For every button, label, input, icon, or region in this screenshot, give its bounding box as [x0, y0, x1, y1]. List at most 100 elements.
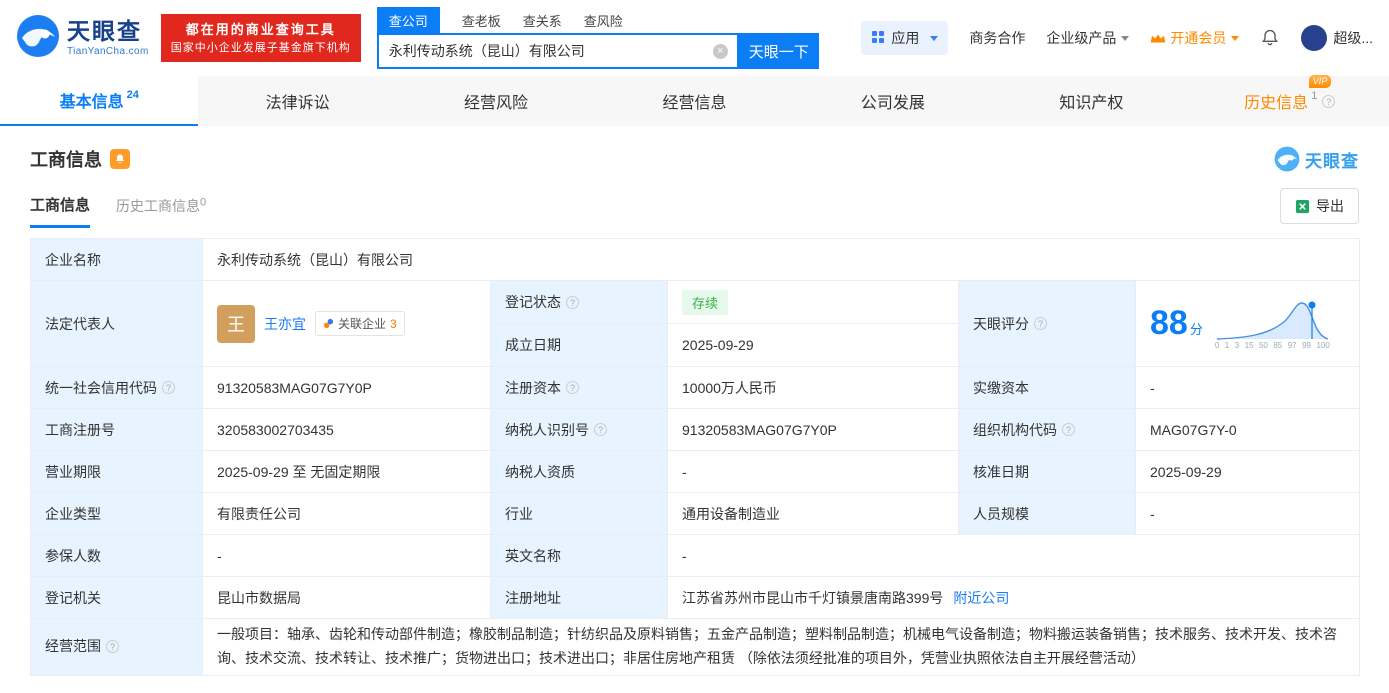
header-nav: 应用 商务合作 企业级产品 开通会员 超级... [861, 21, 1373, 55]
nav-enterprise-products[interactable]: 企业级产品 [1046, 28, 1130, 48]
main-content: 工商信息 天眼查 工商信息 历史工商信息0 导出 企业名称 永利传动系统（昆山）… [0, 146, 1389, 676]
help-icon[interactable]: ? [1322, 94, 1336, 108]
subscribe-bell-icon[interactable] [110, 149, 130, 169]
field-value-founded: 2025-09-29 [667, 323, 959, 367]
page: 天眼查 TianYanCha.com 都在用的商业查询工具 国家中小企业发展子基… [0, 0, 1389, 693]
related-icon [323, 318, 334, 329]
help-icon[interactable]: ? [1034, 317, 1047, 330]
tab-label: 历史信息 [1244, 95, 1309, 112]
search-tab-risk[interactable]: 查风险 [584, 11, 623, 30]
field-value-taxpayer-quality: - [667, 450, 959, 493]
search-tab-boss[interactable]: 查老板 [462, 11, 501, 30]
help-icon[interactable]: ? [594, 423, 607, 436]
nav-business-cooperation[interactable]: 商务合作 [969, 28, 1025, 48]
tab-count: 24 [126, 89, 139, 101]
field-label-legal-rep: 法定代表人 [30, 280, 203, 367]
subtab-history-business-info[interactable]: 历史工商信息0 [116, 196, 206, 228]
slogan-banner: 都在用的商业查询工具 国家中小企业发展子基金旗下机构 [160, 14, 361, 62]
status-badge: 存续 [682, 289, 729, 315]
tab-intellectual-property[interactable]: 知识产权 [992, 76, 1190, 126]
search-input[interactable] [378, 43, 713, 59]
notification-bell-icon[interactable] [1260, 28, 1280, 48]
table-row: 统一社会信用代码? 91320583MAG07G7Y0P 注册资本? 10000… [30, 366, 1360, 409]
subtab-row: 工商信息 历史工商信息0 导出 [30, 188, 1359, 228]
help-icon[interactable]: ? [106, 640, 119, 654]
field-value-english-name: - [667, 534, 1360, 577]
field-label-company-type: 企业类型 [30, 492, 203, 535]
field-value-staff-size: - [1135, 492, 1360, 535]
tab-label: 基本信息 [59, 94, 124, 111]
search-tab-company[interactable]: 查公司 [376, 6, 440, 34]
score-number: 88 分 [1150, 304, 1203, 342]
help-icon[interactable]: ? [566, 381, 579, 394]
table-row: 企业类型 有限责任公司 行业 通用设备制造业 人员规模 - [30, 492, 1360, 535]
field-value-reg-address: 江苏省苏州市昆山市千灯镇景唐南路399号 附近公司 [667, 576, 1360, 619]
vip-badge: VIP [1308, 75, 1332, 88]
field-label-reg-authority: 登记机关 [30, 576, 203, 619]
tab-legal-proceedings[interactable]: 法律诉讼 [198, 76, 396, 126]
table-row: 登记机关 昆山市数据局 注册地址 江苏省苏州市昆山市千灯镇景唐南路399号 附近公… [30, 576, 1360, 619]
tab-label: 经营信息 [662, 95, 727, 112]
subtab-history-count: 0 [200, 196, 207, 209]
table-row: 经营范围? 一般项目：轴承、齿轮和传动部件制造；橡胶制品制造；针纺织品及原料销售… [30, 618, 1360, 676]
field-value-org-code: MAG07G7Y-0 [1135, 408, 1360, 451]
help-icon[interactable]: ? [566, 295, 579, 309]
search-tab-relation[interactable]: 查关系 [523, 11, 562, 30]
tab-basic-info[interactable]: 基本信息 24 [0, 76, 199, 126]
field-value-insured-count: - [202, 534, 491, 577]
excel-icon [1295, 199, 1310, 214]
search-tabs: 查公司 查老板 查关系 查风险 [376, 6, 819, 34]
field-label-founded: 成立日期 [490, 323, 668, 367]
enterprise-label: 企业级产品 [1046, 30, 1117, 46]
related-label: 关联企业 [338, 317, 387, 331]
field-label-english-name: 英文名称 [490, 534, 668, 577]
field-value-reg-authority: 昆山市数据局 [202, 576, 491, 619]
score-axis: 0 1 3 15 50 85 97 99 100 [1214, 341, 1330, 350]
username: 超级... [1333, 30, 1373, 46]
field-label-org-code: 组织机构代码? [958, 408, 1136, 451]
nearby-companies-link[interactable]: 附近公司 [953, 590, 1009, 606]
search-box: × [376, 33, 739, 69]
field-value-reg-capital: 10000万人民币 [667, 366, 959, 409]
tianyancha-logo[interactable]: 天眼查 TianYanCha.com [16, 14, 149, 63]
search-button[interactable]: 天眼一下 [738, 33, 819, 69]
tab-operation-info[interactable]: 经营信息 [595, 76, 793, 126]
help-icon[interactable]: ? [1062, 423, 1075, 436]
legal-rep-link[interactable]: 王亦宜 [264, 314, 306, 334]
field-label-insured-count: 参保人数 [30, 534, 203, 577]
watermark-text: 天眼查 [1305, 151, 1359, 171]
export-label: 导出 [1316, 198, 1344, 214]
field-value-company-type: 有限责任公司 [202, 492, 491, 535]
tab-label: 经营风险 [464, 95, 529, 112]
subtab-business-info[interactable]: 工商信息 [30, 194, 91, 228]
tab-label: 法律诉讼 [265, 95, 330, 112]
related-companies-badge[interactable]: 关联企业 3 [315, 311, 405, 336]
slogan-line2: 国家中小企业发展子基金旗下机构 [170, 41, 351, 54]
tab-history-info[interactable]: VIP 历史信息 1 ? [1191, 75, 1389, 126]
logo-icon [16, 14, 60, 63]
top-header: 天眼查 TianYanCha.com 都在用的商业查询工具 国家中小企业发展子基… [0, 0, 1389, 76]
tab-company-development[interactable]: 公司发展 [794, 76, 992, 126]
field-label-reg-capital: 注册资本? [490, 366, 668, 409]
legal-rep-avatar[interactable]: 王 [217, 304, 255, 343]
clear-search-icon[interactable]: × [712, 43, 728, 59]
tab-label: 公司发展 [860, 95, 925, 112]
field-value-reg-number: 320583002703435 [202, 408, 491, 451]
subtab-history-label: 历史工商信息 [116, 198, 201, 214]
section-title: 工商信息 [30, 150, 102, 170]
search-area: 查公司 查老板 查关系 查风险 × 天眼一下 [376, 6, 819, 69]
score-curve-chart: 0 1 3 15 50 85 97 99 100 [1215, 297, 1330, 350]
table-row: 营业期限 2025-09-29 至 无固定期限 纳税人资质 - 核准日期 202… [30, 450, 1360, 493]
field-value-score: 88 分 0 1 3 15 50 85 97 99 100 [1135, 280, 1360, 367]
user-menu[interactable]: 超级... [1301, 25, 1373, 51]
field-label-industry: 行业 [490, 492, 668, 535]
slogan-line1: 都在用的商业查询工具 [185, 22, 336, 37]
help-icon[interactable]: ? [162, 381, 175, 394]
table-row: 法定代表人 王 王亦宜 关联企业 3 登记状态 ? 存续 天眼评分 ? 88 分… [30, 280, 1360, 367]
nav-open-vip[interactable]: 开通会员 [1150, 28, 1240, 48]
export-button[interactable]: 导出 [1280, 188, 1359, 224]
field-value-company-name: 永利传动系统（昆山）有限公司 [202, 238, 1360, 281]
apps-menu[interactable]: 应用 [861, 21, 949, 55]
tab-operation-risk[interactable]: 经营风险 [397, 76, 595, 126]
field-label-taxpayer-id: 纳税人识别号? [490, 408, 668, 451]
